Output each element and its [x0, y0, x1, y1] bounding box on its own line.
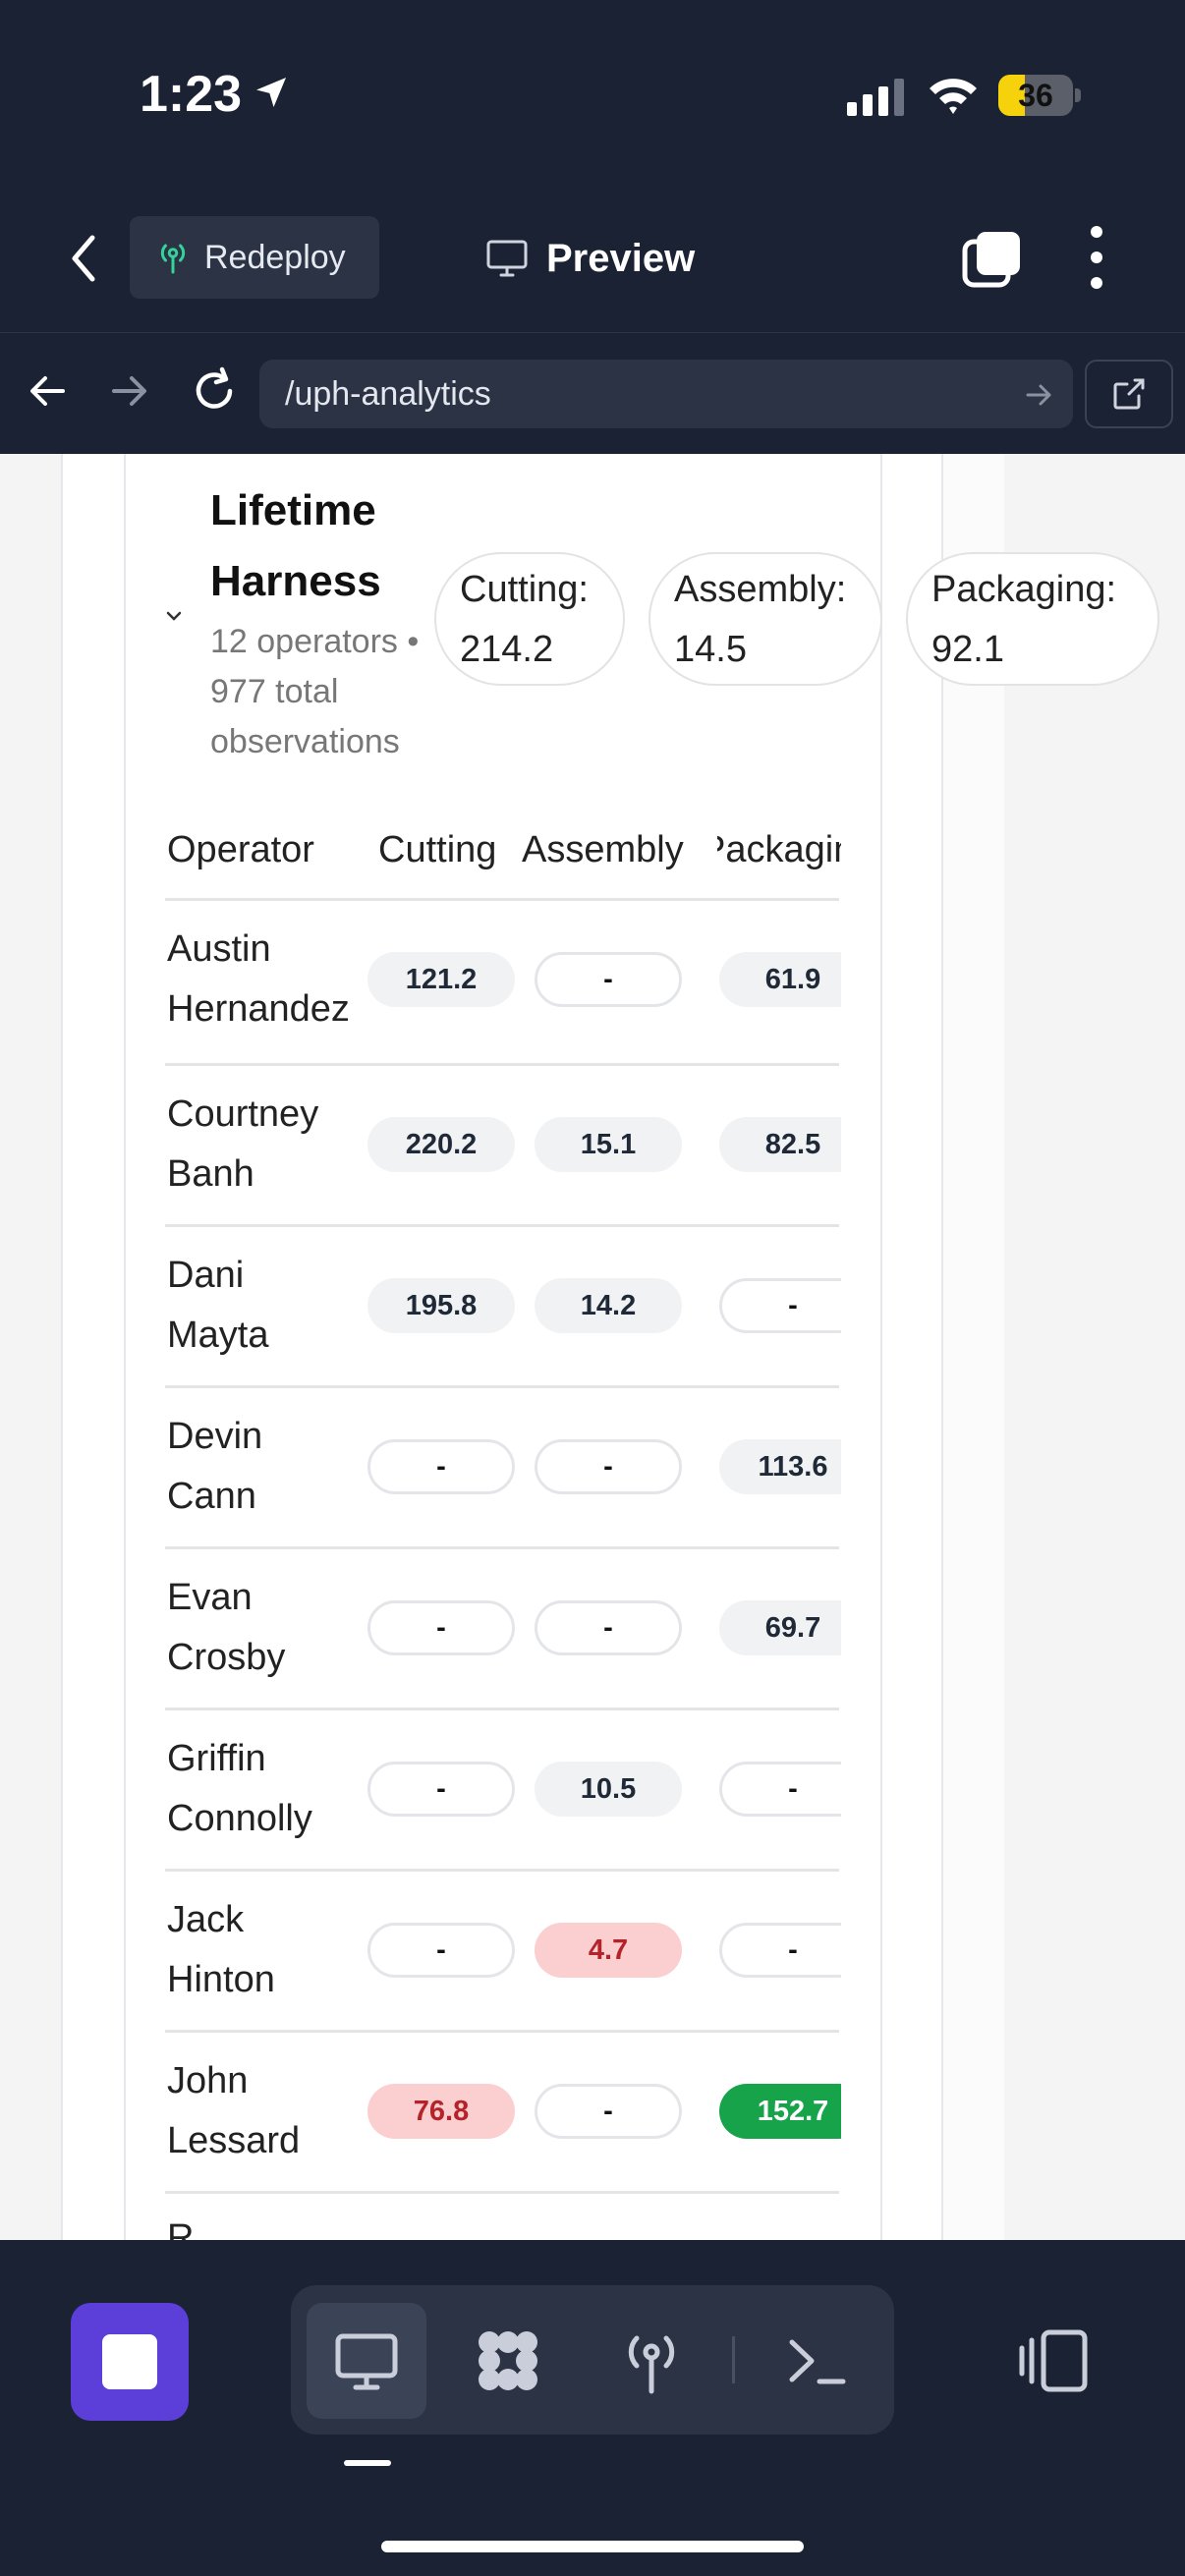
- operator-first-name: Griffin: [167, 1738, 266, 1779]
- external-link-icon: [1113, 378, 1145, 410]
- cutting-value-chip: 220.2: [367, 1117, 515, 1172]
- cutting-value-chip: 76.8: [367, 2084, 515, 2139]
- stat-value: 214.2: [460, 629, 554, 670]
- stat-pill-packaging: Packaging: 92.1: [906, 552, 1159, 686]
- home-indicator: [381, 2541, 804, 2552]
- operator-first-name: Jack: [167, 1899, 245, 1940]
- cutting-value-chip: 195.8: [367, 1278, 515, 1333]
- more-options-icon[interactable]: [1077, 222, 1116, 293]
- packaging-value-chip: 113.6: [719, 1439, 841, 1494]
- card-title: Lifetime Harness: [210, 486, 381, 605]
- cutting-value-chip: -: [367, 1439, 515, 1494]
- cellular-signal-icon: [847, 79, 904, 116]
- go-arrow-icon[interactable]: [1024, 379, 1055, 411]
- assembly-value-chip: 15.1: [535, 1117, 682, 1172]
- url-input[interactable]: /uph-analytics: [259, 360, 1073, 428]
- apps-grid-icon[interactable]: [474, 2326, 542, 2395]
- url-text: /uph-analytics: [285, 375, 491, 413]
- reload-icon[interactable]: [187, 364, 242, 419]
- assembly-value-chip: -: [535, 1439, 682, 1494]
- operator-last-name: Lessard: [167, 2120, 301, 2161]
- location-arrow-icon: [256, 78, 286, 107]
- operator-name: Devin Cann: [167, 1407, 373, 1527]
- assembly-value-chip: -: [535, 952, 682, 1007]
- right-strip: [943, 454, 1004, 2240]
- browser-forward-icon[interactable]: [106, 367, 153, 415]
- packaging-value-chip: -: [719, 1762, 841, 1817]
- stop-icon: [102, 2334, 157, 2389]
- operator-last-name: Crosby: [167, 1637, 286, 1678]
- operator-last-name: Banh: [167, 1153, 254, 1195]
- operator-last-name: Cann: [167, 1476, 256, 1517]
- redeploy-label: Redeploy: [204, 238, 346, 276]
- packaging-value-chip: 61.9: [719, 952, 841, 1007]
- packaging-value-chip: -: [719, 1923, 841, 1978]
- stat-label: Packaging:: [931, 569, 1117, 610]
- browser-back-icon[interactable]: [24, 367, 71, 415]
- operator-name-partial: R: [167, 2217, 195, 2240]
- packaging-column: Packaging 61.9 82.5 - 113.6 69.7 - - 152.7: [717, 454, 841, 2240]
- card-subtitle: 12 operators • 977 total observations: [210, 623, 420, 760]
- assembly-value-chip: -: [535, 2084, 682, 2139]
- cutting-value-chip: -: [367, 1762, 515, 1817]
- operator-last-name: Hinton: [167, 1959, 275, 2000]
- back-button[interactable]: [55, 224, 114, 293]
- antenna-icon: [160, 244, 186, 274]
- packaging-value-chip: -: [719, 1278, 841, 1333]
- stat-pill-cutting: Cutting: 214.2: [434, 552, 625, 686]
- battery-level: 36: [1018, 78, 1053, 113]
- cutting-value-chip: -: [367, 1923, 515, 1978]
- stop-button[interactable]: [71, 2303, 189, 2421]
- operator-last-name: Hernandez: [167, 988, 350, 1030]
- toolbar-divider: [732, 2336, 735, 2383]
- assembly-value-chip: 14.2: [535, 1278, 682, 1333]
- stat-value: 92.1: [931, 629, 1004, 670]
- deploy-antenna-icon[interactable]: [617, 2326, 686, 2395]
- cutting-value-chip: -: [367, 1600, 515, 1655]
- desktop-icon[interactable]: [332, 2326, 401, 2395]
- redeploy-button[interactable]: Redeploy: [130, 216, 379, 299]
- tabs-icon[interactable]: [961, 228, 1024, 291]
- page-content: Lifetime Harness 12 operators • 977 tota…: [0, 454, 1185, 2240]
- terminal-icon[interactable]: [782, 2326, 851, 2395]
- status-bar: 1:23 36: [0, 0, 1185, 196]
- sidebar-toggle-icon[interactable]: [1018, 2324, 1091, 2397]
- cutting-value-chip: 121.2: [367, 952, 515, 1007]
- operator-first-name: Austin: [167, 928, 271, 970]
- packaging-value-chip: 69.7: [719, 1600, 841, 1655]
- operator-last-name: Connolly: [167, 1798, 312, 1839]
- operator-first-name: John: [167, 2060, 249, 2101]
- operator-name: Courtney Banh: [167, 1085, 373, 1204]
- column-header-packaging: Packaging: [717, 829, 841, 870]
- column-header-operator: Operator: [167, 829, 314, 870]
- operator-last-name: Mayta: [167, 1315, 269, 1356]
- operator-name: John Lessard: [167, 2051, 373, 2171]
- collapse-chevron-icon[interactable]: [165, 609, 183, 623]
- assembly-value-chip: -: [535, 1600, 682, 1655]
- operator-name: Jack Hinton: [167, 1890, 373, 2010]
- monitor-icon: [486, 240, 528, 277]
- preview-label: Preview: [546, 236, 696, 280]
- operator-first-name: Devin: [167, 1416, 263, 1457]
- assembly-value-chip: 10.5: [535, 1762, 682, 1817]
- wifi-icon: [930, 79, 977, 114]
- packaging-value-chip: 82.5: [719, 1117, 841, 1172]
- column-header-cutting: Cutting: [378, 829, 497, 870]
- stat-label: Cutting:: [460, 569, 589, 610]
- operator-name: Griffin Connolly: [167, 1729, 373, 1849]
- open-external-button[interactable]: [1085, 360, 1173, 428]
- assembly-value-chip: 4.7: [535, 1923, 682, 1978]
- operator-first-name: Evan: [167, 1577, 253, 1618]
- column-header-assembly: Assembly: [522, 829, 684, 870]
- active-tab-indicator: [344, 2460, 391, 2466]
- operator-name: Evan Crosby: [167, 1568, 373, 1688]
- operator-first-name: Dani: [167, 1255, 245, 1296]
- preview-button[interactable]: Preview: [485, 228, 695, 289]
- operator-first-name: Courtney: [167, 1093, 319, 1135]
- operator-name: Austin Hernandez: [167, 920, 373, 1039]
- status-time: 1:23: [140, 66, 243, 123]
- operator-name: Dani Mayta: [167, 1246, 373, 1366]
- packaging-value-chip: 152.7: [719, 2084, 841, 2139]
- battery-icon: 36: [998, 75, 1081, 116]
